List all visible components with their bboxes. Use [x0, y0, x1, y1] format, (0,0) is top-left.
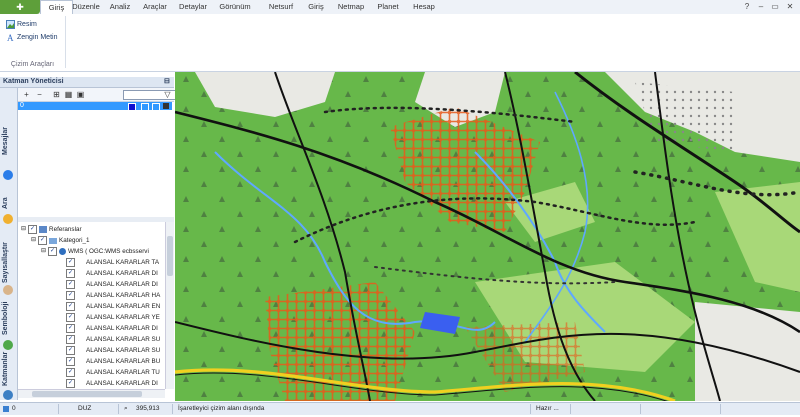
- layer-group-icon[interactable]: ▦: [64, 90, 73, 99]
- tree-horizontal-scrollbar[interactable]: [18, 389, 165, 398]
- layer-properties-icon[interactable]: ⊞: [52, 90, 61, 99]
- tree-item[interactable]: ✓ ALANSAL KARARLAR DI: [66, 268, 158, 279]
- tree-item[interactable]: ✓ ALANSAL KARARLAR HA: [66, 290, 160, 301]
- tab-netmap[interactable]: Netmap: [334, 0, 368, 14]
- layer-color-swatch[interactable]: [128, 103, 136, 111]
- side-tab-sayisallastir[interactable]: Sayısallaştır: [0, 221, 17, 295]
- layer-list: 0: [18, 102, 174, 217]
- map-canvas[interactable]: [175, 72, 800, 401]
- layer-name: 0: [20, 102, 24, 109]
- image-icon: [6, 20, 15, 29]
- layers-icon: [3, 390, 13, 400]
- ribbon-group-caption: Çizim Araçları: [10, 61, 55, 68]
- status-coordinate: 395,913: [136, 405, 160, 412]
- side-tab-katmanlar[interactable]: Katmanlar: [0, 350, 17, 400]
- open-area: [695, 302, 800, 401]
- tab-gorunum[interactable]: Görünüm: [216, 0, 254, 14]
- layer-visibility-icon[interactable]: [141, 103, 149, 111]
- layer-toolbar: + − ⊞ ▦ ▣ ▽: [18, 88, 178, 102]
- scroll-thumb[interactable]: [167, 236, 173, 276]
- tree-category[interactable]: ⊟ ✓ Kategori_1: [31, 235, 90, 246]
- ribbon-group-divider: [65, 16, 66, 68]
- tab-araclar[interactable]: Araçlar: [140, 0, 170, 14]
- tab-netsurf[interactable]: Netsurf: [264, 0, 298, 14]
- tree-item[interactable]: ✓ ALANSAL KARARLAR TU: [66, 367, 160, 378]
- hand-icon: [3, 285, 13, 295]
- info-icon: [3, 170, 13, 180]
- database-icon: [39, 226, 48, 233]
- status-ready: Hazır ...: [536, 405, 559, 412]
- menu-bar: ✚ Giriş Düzenle Analiz Araçlar Detaylar …: [0, 0, 800, 16]
- tree-item[interactable]: ✓ ALANSAL KARARLAR DI: [66, 378, 158, 389]
- tree-item[interactable]: ✓ ALANSAL KARARLAR BU: [66, 356, 160, 367]
- folder-icon: [49, 237, 58, 244]
- tree-vertical-scrollbar[interactable]: [165, 222, 174, 389]
- tab-detaylar[interactable]: Detaylar: [176, 0, 210, 14]
- layer-manager-title: Katman Yöneticisi: [3, 78, 64, 85]
- tree-item[interactable]: ✓ ALANSAL KARARLAR EN: [66, 301, 160, 312]
- tab-giris-2[interactable]: Giriş: [303, 0, 329, 14]
- tree-item[interactable]: ✓ ALANSAL KARARLAR SU: [66, 345, 160, 356]
- remove-layer-icon[interactable]: −: [35, 90, 44, 99]
- rich-text-button[interactable]: A Zengin Metin: [6, 32, 57, 43]
- tab-hesap[interactable]: Hesap: [409, 0, 439, 14]
- status-mode[interactable]: DUZ: [78, 403, 91, 415]
- tree-wms-service[interactable]: ⊟ ✓ WMS ( OGC:WMS ecbsservi: [41, 246, 149, 257]
- status-message: İşaretleyici çizim alanı dışında: [178, 405, 265, 412]
- reference-tree: ⊟ ✓ Referanslar ⊟ ✓ Kategori_1 ⊟ ✓ WMS ( OG…: [18, 222, 165, 389]
- ribbon: Resim A Zengin Metin Çizim Araçları: [0, 14, 800, 72]
- side-tab-semboloji[interactable]: Semboloji: [0, 295, 17, 350]
- layer-row[interactable]: 0: [18, 102, 172, 111]
- lock-icon[interactable]: ▣: [76, 90, 85, 99]
- tree-item[interactable]: ✓ ALANSAL KARARLAR YE: [66, 312, 160, 323]
- minimize-button[interactable]: –: [756, 2, 766, 11]
- tree-item[interactable]: ✓ ALANSAL KARARLAR DI: [66, 323, 158, 334]
- side-tab-mesajlar[interactable]: Mesajlar: [0, 90, 17, 180]
- tab-duzenle[interactable]: Düzenle: [72, 0, 100, 14]
- side-tab-ara[interactable]: Ara: [0, 184, 17, 224]
- svg-text:A: A: [7, 33, 14, 42]
- add-layer-icon[interactable]: +: [22, 90, 31, 99]
- layer-manager-header: Katman Yöneticisi ⊟: [0, 77, 174, 88]
- tree-root[interactable]: ⊟ ✓ Referanslar: [21, 224, 82, 235]
- insert-image-button[interactable]: Resim: [6, 19, 37, 30]
- zoom-icon: ⌕: [124, 405, 128, 412]
- globe-icon: [59, 248, 67, 255]
- symbology-icon: [3, 340, 13, 350]
- app-menu-button[interactable]: ✚: [0, 0, 40, 14]
- help-button[interactable]: ?: [742, 2, 752, 11]
- side-tab-strip: Mesajlar Ara Sayısallaştır Semboloji Kat…: [0, 88, 18, 400]
- tree-item[interactable]: ✓ ALANSAL KARARLAR DI: [66, 279, 158, 290]
- restore-button[interactable]: ▭: [770, 2, 780, 11]
- status-value: 0: [12, 405, 16, 412]
- status-bar: 0 DUZ ⌕ 395,913 İşaretleyici çizim alanı…: [0, 402, 800, 415]
- layer-print-icon[interactable]: [163, 103, 169, 109]
- rich-text-icon: A: [6, 33, 15, 43]
- map-drawing: [175, 72, 800, 401]
- scroll-thumb[interactable]: [32, 391, 142, 397]
- pin-icon[interactable]: ⊟: [164, 77, 170, 87]
- tree-item[interactable]: ✓ ALANSAL KARARLAR SU: [66, 334, 160, 345]
- tree-item[interactable]: ✓ ALANSAL KARARLAR TA: [66, 257, 159, 268]
- filter-icon[interactable]: ▽: [163, 90, 172, 99]
- tab-analiz[interactable]: Analiz: [106, 0, 134, 14]
- tab-planet[interactable]: Planet: [373, 0, 403, 14]
- close-button[interactable]: ✕: [785, 2, 795, 11]
- layer-lock-icon[interactable]: [152, 103, 160, 111]
